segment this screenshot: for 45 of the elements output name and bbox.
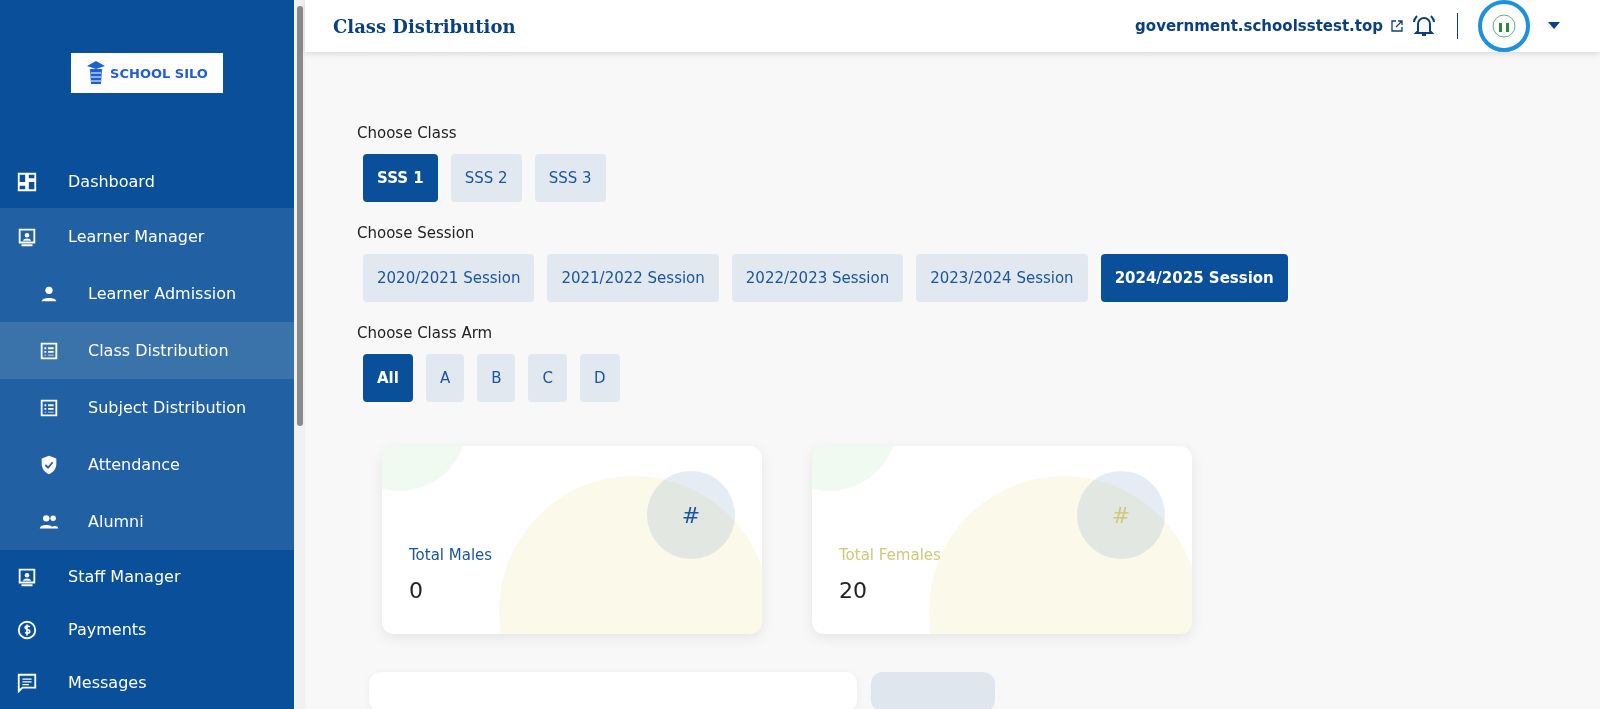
message-icon — [16, 671, 38, 694]
filter-option[interactable]: SSS 1 — [363, 154, 438, 202]
filter-option[interactable]: C — [528, 354, 567, 402]
filter-option[interactable]: A — [425, 354, 465, 402]
stat-value: 0 — [409, 578, 424, 603]
sidebar-item[interactable]: Subject Distribution — [0, 379, 294, 436]
caret-icon[interactable] — [1548, 22, 1560, 30]
filter-option[interactable]: SSS 3 — [534, 154, 606, 202]
filter-option[interactable]: 2022/2023 Session — [731, 254, 904, 302]
sidebar-item[interactable]: Payments — [0, 603, 294, 656]
filter-option[interactable]: SSS 2 — [450, 154, 522, 202]
sidebar-item[interactable]: Dashboard — [0, 155, 294, 208]
filter-option[interactable]: All — [363, 354, 413, 402]
emblem-icon — [1491, 13, 1517, 39]
bell-icon[interactable] — [1411, 13, 1437, 39]
filter-label: Choose Class Arm — [357, 324, 494, 342]
filter-option[interactable]: D — [579, 354, 620, 402]
dollar-icon — [16, 618, 38, 641]
tower-icon — [86, 60, 107, 86]
sidebar-item[interactable]: Staff Manager — [0, 550, 294, 603]
sidebar-item[interactable]: Class Distribution — [0, 322, 294, 379]
filter-label: Choose Class — [357, 124, 458, 142]
filter-option[interactable]: B — [477, 354, 516, 402]
filter-label: Choose Session — [357, 224, 476, 242]
stat-value: 20 — [839, 578, 868, 603]
domain-link[interactable]: government.schoolsstest.top — [1135, 17, 1383, 35]
filter-option[interactable]: 2023/2024 Session — [916, 254, 1088, 302]
hash-badge: # — [1077, 471, 1165, 559]
sidebar-item[interactable]: Learner Manager — [0, 208, 294, 265]
scrollbar[interactable] — [294, 0, 305, 709]
filter-option[interactable]: 2021/2022 Session — [547, 254, 719, 302]
sidebar-item[interactable]: Alumni — [0, 493, 294, 550]
page-title: Class Distribution — [333, 15, 517, 37]
sidebar-item[interactable]: Attendance — [0, 436, 294, 493]
filter-option[interactable]: 2024/2025 Session — [1100, 254, 1288, 302]
hash-badge: # — [647, 471, 735, 559]
avatar[interactable] — [1478, 0, 1530, 52]
stat-label: Total Males — [409, 546, 493, 564]
logo: SCHOOL SILO — [71, 53, 223, 93]
sidebar-item[interactable]: Messages — [0, 656, 294, 709]
external-link-icon[interactable] — [1391, 20, 1403, 32]
sidebar-item[interactable]: Learner Admission — [0, 265, 294, 322]
stat-label: Total Females — [839, 546, 941, 564]
filter-option[interactable]: 2020/2021 Session — [363, 254, 535, 302]
dashboard-icon — [16, 170, 38, 193]
